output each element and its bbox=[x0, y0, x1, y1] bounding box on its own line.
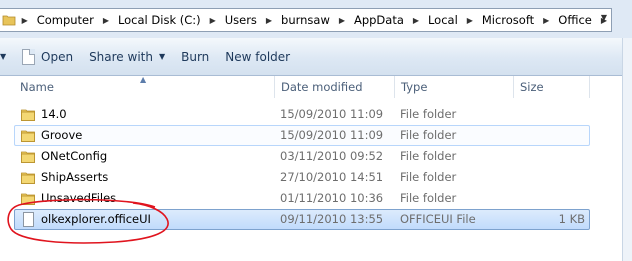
breadcrumb-microsoft[interactable]: Microsoft bbox=[477, 13, 539, 27]
window-edge bbox=[622, 38, 632, 261]
new-folder-button-label: New folder bbox=[225, 49, 291, 64]
address-bar[interactable]: ▶ Computer ▶ Local Disk (C:) ▶ Users ▶ b… bbox=[0, 8, 612, 32]
file-type: File folder bbox=[400, 170, 457, 184]
file-date: 15/09/2010 11:09 bbox=[280, 107, 384, 121]
folder-icon bbox=[0, 9, 18, 31]
column-header-type-label: Type bbox=[401, 80, 428, 94]
folder-icon bbox=[21, 151, 35, 163]
annotation-circle bbox=[7, 198, 169, 244]
breadcrumb-appdata[interactable]: AppData bbox=[349, 13, 409, 27]
burn-button-label: Burn bbox=[181, 49, 210, 64]
sort-ascending-icon: ▲ bbox=[140, 75, 147, 84]
breadcrumb-separator-icon[interactable]: ▶ bbox=[539, 16, 553, 25]
file-date: 01/11/2010 10:36 bbox=[280, 191, 384, 205]
file-row-groove[interactable]: Groove 15/09/2010 11:09 File folder bbox=[14, 125, 590, 146]
breadcrumb-separator-icon[interactable]: ▶ bbox=[262, 16, 276, 25]
burn-button[interactable]: Burn bbox=[173, 44, 217, 70]
chevron-down-icon[interactable]: ▼ bbox=[601, 13, 607, 22]
file-type: File folder bbox=[400, 149, 457, 163]
breadcrumb-computer[interactable]: Computer bbox=[32, 13, 99, 27]
chevron-down-icon: ▼ bbox=[158, 52, 166, 61]
file-name: Groove bbox=[41, 128, 83, 142]
file-name: 14.0 bbox=[41, 107, 67, 121]
column-header-type[interactable]: Type bbox=[395, 76, 514, 98]
file-date: 15/09/2010 11:09 bbox=[280, 128, 384, 142]
breadcrumb-local[interactable]: Local bbox=[423, 13, 463, 27]
share-with-button[interactable]: Share with ▼ bbox=[81, 44, 173, 70]
file-row-14-0[interactable]: 14.0 15/09/2010 11:09 File folder bbox=[14, 104, 590, 125]
file-type: File folder bbox=[400, 191, 457, 205]
file-row-onetconfig[interactable]: ONetConfig 03/11/2010 09:52 File folder bbox=[14, 146, 590, 167]
breadcrumb-local-disk[interactable]: Local Disk (C:) bbox=[113, 13, 206, 27]
file-date: 27/10/2010 14:51 bbox=[280, 170, 384, 184]
share-with-button-label: Share with bbox=[89, 49, 153, 64]
file-type: OFFICEUI File bbox=[400, 212, 476, 226]
command-bar: ▼ Open Share with ▼ Burn New folder bbox=[0, 38, 632, 76]
column-header-name-label: Name bbox=[20, 80, 54, 94]
breadcrumb-separator-icon[interactable]: ▶ bbox=[18, 16, 32, 25]
open-button-label: Open bbox=[41, 49, 74, 64]
file-name: ONetConfig bbox=[41, 149, 108, 163]
breadcrumb-office[interactable]: Office bbox=[553, 13, 597, 27]
address-bar-area: ▶ Computer ▶ Local Disk (C:) ▶ Users ▶ b… bbox=[0, 0, 632, 38]
breadcrumb-separator-icon[interactable]: ▶ bbox=[99, 16, 113, 25]
folder-icon bbox=[21, 172, 35, 184]
column-header-date-label: Date modified bbox=[281, 80, 363, 94]
breadcrumb-burnsaw[interactable]: burnsaw bbox=[276, 13, 335, 27]
file-type: File folder bbox=[400, 107, 457, 121]
breadcrumb-separator-icon[interactable]: ▶ bbox=[206, 16, 220, 25]
file-name: ShipAsserts bbox=[41, 170, 109, 184]
open-button[interactable]: Open bbox=[14, 44, 81, 70]
breadcrumb-separator-icon[interactable]: ▶ bbox=[463, 16, 477, 25]
file-date: 09/11/2010 13:55 bbox=[280, 212, 384, 226]
folder-icon bbox=[21, 109, 35, 121]
file-date: 03/11/2010 09:52 bbox=[280, 149, 384, 163]
new-folder-button[interactable]: New folder bbox=[217, 44, 298, 70]
column-header-size[interactable]: Size bbox=[514, 76, 590, 98]
breadcrumb-users[interactable]: Users bbox=[220, 13, 262, 27]
file-size: 1 KB bbox=[558, 212, 585, 226]
folder-icon bbox=[21, 130, 35, 142]
column-header-date[interactable]: Date modified bbox=[275, 76, 395, 98]
column-header-size-label: Size bbox=[520, 80, 544, 94]
column-headers: Name ▲ Date modified Type Size bbox=[0, 75, 632, 98]
chevron-down-icon[interactable]: ▼ bbox=[0, 44, 14, 70]
file-row-shipasserts[interactable]: ShipAsserts 27/10/2010 14:51 File folder bbox=[14, 167, 590, 188]
breadcrumb-separator-icon[interactable]: ▶ bbox=[335, 16, 349, 25]
document-icon bbox=[22, 48, 35, 65]
file-type: File folder bbox=[400, 128, 457, 142]
breadcrumb-separator-icon[interactable]: ▶ bbox=[409, 16, 423, 25]
